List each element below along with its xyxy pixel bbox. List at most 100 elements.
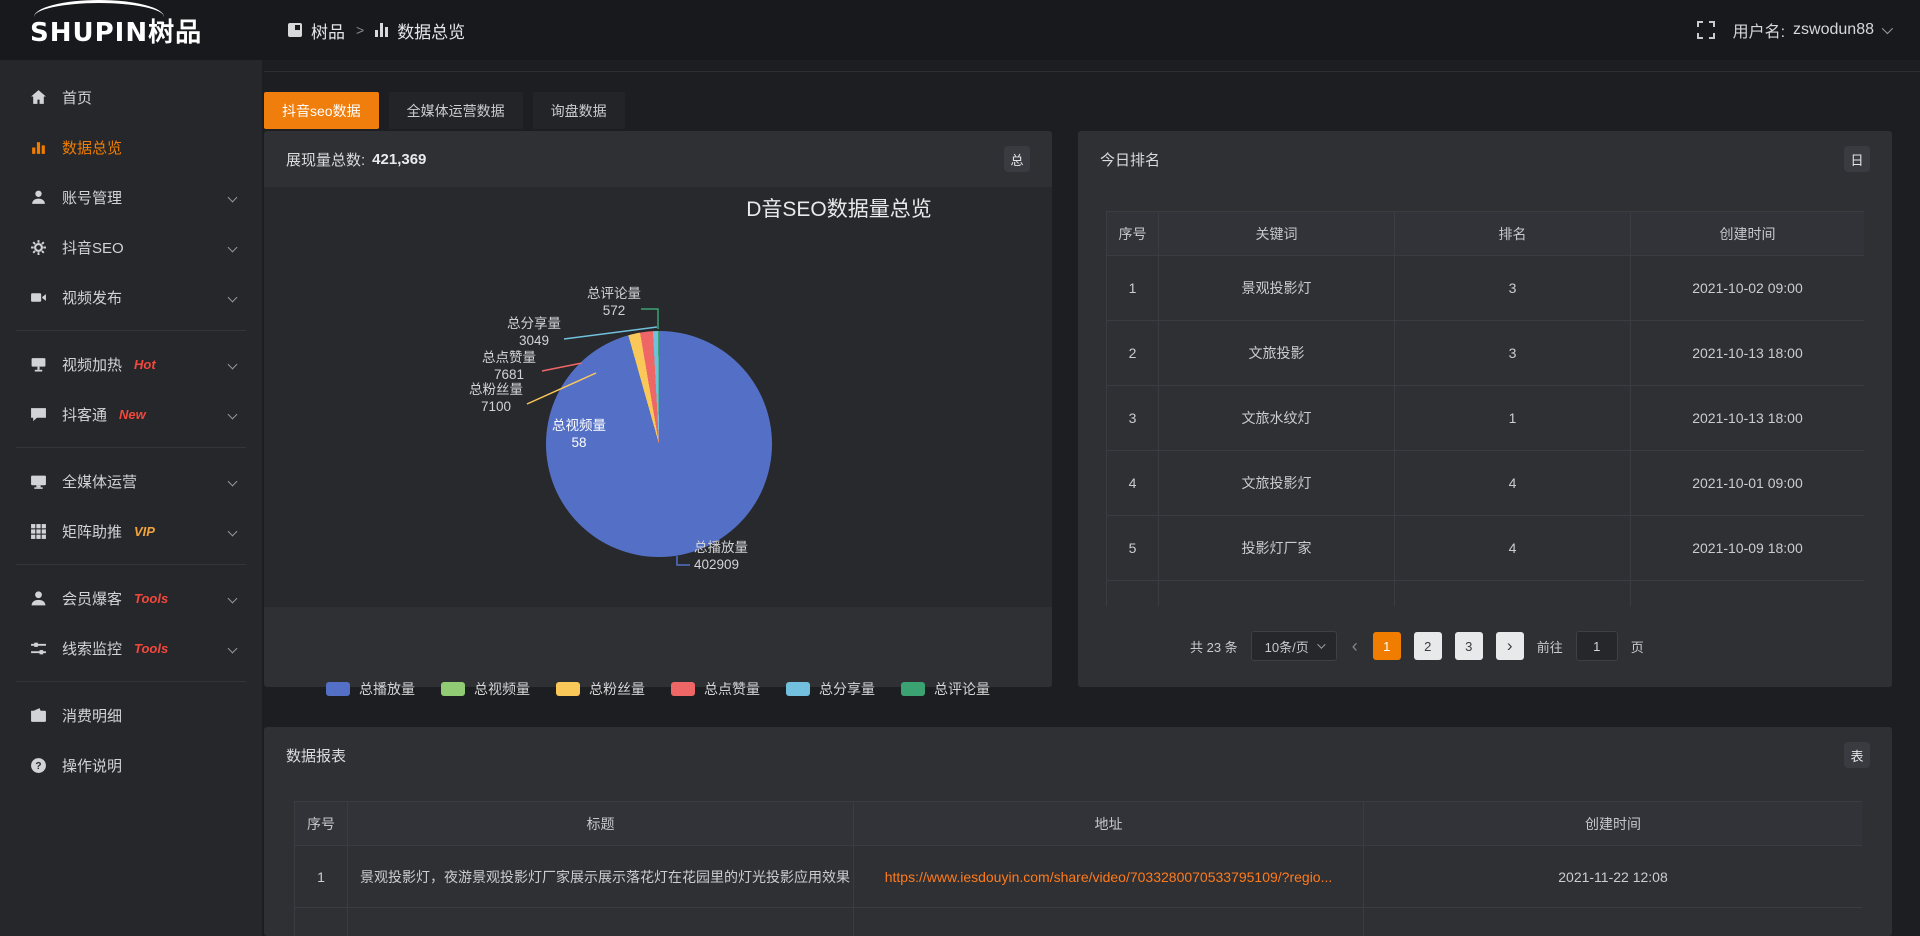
user-icon	[30, 189, 47, 206]
page-button-2[interactable]: 2	[1414, 632, 1442, 660]
legend-swatch	[441, 682, 465, 696]
sidebar-item-spend-detail[interactable]: 消费明细	[0, 690, 262, 740]
impressions-label: 展现量总数:	[286, 149, 365, 170]
table-row-partial	[295, 908, 1863, 936]
sidebar-divider	[16, 447, 246, 448]
chevron-down-icon	[228, 593, 238, 603]
total-chip-button[interactable]: 总	[1004, 146, 1030, 172]
table-row-partial	[1107, 581, 1865, 607]
page: SHUPIN树品 树品 > 数据总览 用户名: zswodun88 首页 数据总…	[0, 0, 1920, 936]
chevron-down-icon	[228, 476, 238, 486]
bar-chart-icon	[375, 23, 388, 37]
sidebar-item-instructions[interactable]: ? 操作说明	[0, 740, 262, 790]
sidebar-divider	[16, 564, 246, 565]
sidebar-item-matrix-boost[interactable]: 矩阵助推 VIP	[0, 506, 262, 556]
chevron-down-icon	[1317, 640, 1325, 648]
topbar: SHUPIN树品 树品 > 数据总览 用户名: zswodun88	[0, 0, 1920, 60]
label-total-likes: 总点赞量7681	[449, 349, 569, 383]
username-label: 用户名:	[1733, 18, 1785, 42]
tab-inquiry-data[interactable]: 询盘数据	[533, 92, 625, 129]
chat-icon	[30, 406, 47, 423]
goto-page-input[interactable]	[1576, 631, 1618, 661]
breadcrumb-current: 数据总览	[397, 18, 465, 43]
breadcrumb-root-icon	[288, 23, 302, 37]
breadcrumb: 树品 > 数据总览	[288, 18, 465, 43]
table-header-row: 序号关键词排名创建时间	[1107, 212, 1865, 256]
table-row: 3文旅水纹灯12021-10-13 18:00	[1107, 386, 1865, 451]
impressions-value: 421,369	[372, 151, 426, 168]
report-panel: 数据报表 表 序号标题地址创建时间 1 景观投影灯，夜游景观投影灯厂家展示展示落…	[264, 727, 1892, 936]
ranking-panel: 今日排名 日 序号关键词排名创建时间 1景观投影灯32021-10-02 09:…	[1078, 131, 1892, 687]
page-size-select[interactable]: 10条/页	[1251, 631, 1337, 661]
sidebar-item-media-operation[interactable]: 全媒体运营	[0, 456, 262, 506]
sidebar-item-lead-monitor[interactable]: 线索监控 Tools	[0, 623, 262, 673]
table-chip-button[interactable]: 表	[1844, 742, 1870, 768]
sidebar-item-home[interactable]: 首页	[0, 72, 262, 122]
legend-item[interactable]: 总评论量	[901, 679, 990, 699]
prev-page-button[interactable]: ‹	[1350, 636, 1360, 657]
breadcrumb-separator: >	[356, 22, 364, 38]
report-row-title: 景观投影灯，夜游景观投影灯厂家展示展示落花灯在花园里的灯光投影应用效果 #	[348, 846, 854, 908]
label-total-plays: 总播放量402909	[694, 539, 834, 573]
hot-badge: Hot	[134, 357, 156, 372]
pie-chart-area: D音SEO数据量总览 总评论量572 总分享量3049 总点赞量7681 总粉丝…	[264, 187, 1052, 607]
ranking-table: 序号关键词排名创建时间 1景观投影灯32021-10-02 09:00 2文旅投…	[1106, 211, 1864, 606]
user-menu[interactable]: 用户名: zswodun88	[1733, 18, 1890, 42]
wallet-icon	[30, 707, 47, 724]
table-row: 1景观投影灯32021-10-02 09:00	[1107, 256, 1865, 321]
logo-arc	[34, 0, 164, 34]
sidebar-item-douyin-seo[interactable]: 抖音SEO	[0, 222, 262, 272]
page-button-1[interactable]: 1	[1373, 632, 1401, 660]
fullscreen-icon[interactable]	[1697, 21, 1715, 39]
ranking-panel-header: 今日排名 日	[1078, 131, 1892, 187]
sidebar-divider	[16, 681, 246, 682]
topbar-right: 用户名: zswodun88	[1697, 18, 1920, 42]
vip-badge: VIP	[134, 524, 155, 539]
legend-item[interactable]: 总分享量	[786, 679, 875, 699]
chevron-down-icon	[228, 643, 238, 653]
gear-icon	[30, 239, 47, 256]
day-chip-button[interactable]: 日	[1844, 146, 1870, 172]
tab-douyin-seo-data[interactable]: 抖音seo数据	[264, 92, 379, 129]
bar-chart-icon	[30, 139, 47, 156]
sidebar-item-member-burst[interactable]: 会员爆客 Tools	[0, 573, 262, 623]
video-link[interactable]: https://www.iesdouyin.com/share/video/70…	[885, 869, 1333, 885]
logo: SHUPIN树品	[0, 12, 262, 49]
screen-icon	[30, 356, 47, 373]
legend-swatch	[671, 682, 695, 696]
label-total-fans: 总粉丝量7100	[436, 381, 556, 415]
label-total-comments: 总评论量572	[554, 285, 674, 319]
sidebar: 首页 数据总览 账号管理 抖音SEO 视频发布 视频加热 Hot	[0, 60, 262, 936]
legend-item[interactable]: 总粉丝量	[556, 679, 645, 699]
table-row: 2文旅投影32021-10-13 18:00	[1107, 321, 1865, 386]
report-panel-header: 数据报表 表	[264, 727, 1892, 783]
legend-item[interactable]: 总视频量	[441, 679, 530, 699]
tab-media-operation-data[interactable]: 全媒体运营数据	[389, 92, 523, 129]
sidebar-item-data-overview[interactable]: 数据总览	[0, 122, 262, 172]
username: zswodun88	[1793, 21, 1874, 39]
chevron-down-icon	[228, 242, 238, 252]
legend-swatch	[901, 682, 925, 696]
legend-item[interactable]: 总播放量	[326, 679, 415, 699]
pagination-total: 共 23 条	[1190, 637, 1238, 656]
sidebar-item-douketong[interactable]: 抖客通 New	[0, 389, 262, 439]
sidebar-item-video-publish[interactable]: 视频发布	[0, 272, 262, 322]
sidebar-item-account[interactable]: 账号管理	[0, 172, 262, 222]
video-camera-icon	[30, 289, 47, 306]
label-total-videos: 总视频量58	[519, 417, 639, 451]
header-divider	[264, 71, 1920, 72]
legend-item[interactable]: 总点赞量	[671, 679, 760, 699]
breadcrumb-root[interactable]: 树品	[311, 18, 345, 43]
label-total-shares: 总分享量3049	[474, 315, 594, 349]
overview-panel: 展现量总数: 421,369 总 D音SEO数据量总览 总评论量572 总分享量…	[264, 131, 1052, 687]
next-page-button[interactable]: ›	[1496, 632, 1524, 660]
page-button-3[interactable]: 3	[1455, 632, 1483, 660]
sidebar-item-video-heat[interactable]: 视频加热 Hot	[0, 339, 262, 389]
table-row: 4文旅投影灯42021-10-01 09:00	[1107, 451, 1865, 516]
chevron-down-icon	[228, 409, 238, 419]
goto-unit: 页	[1631, 637, 1644, 656]
legend-swatch	[786, 682, 810, 696]
report-table: 序号标题地址创建时间 1 景观投影灯，夜游景观投影灯厂家展示展示落花灯在花园里的…	[294, 801, 1862, 936]
chevron-down-icon	[1882, 23, 1893, 34]
user-solid-icon	[30, 590, 47, 607]
